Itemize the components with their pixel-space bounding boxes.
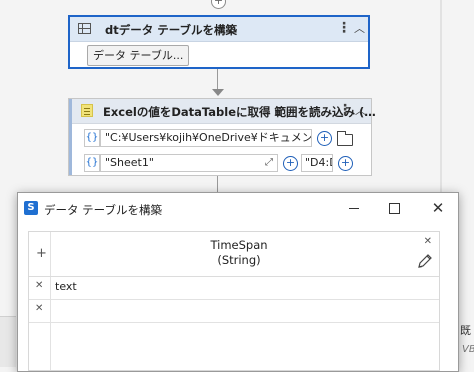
expression-icon[interactable]: {} <box>84 154 100 172</box>
more-options-icon[interactable]: ⋮ <box>338 102 352 118</box>
connector-line <box>217 176 218 192</box>
workflow-canvas: + dtデータ テーブルを構築 ⋮ ︿ データ テーブル... Excelの値を… <box>0 0 474 372</box>
app-icon: S <box>24 201 38 215</box>
activity-title: Excelの値をDataTableに取得 範囲を読み込み (… <box>103 105 376 119</box>
add-column-icon[interactable]: + <box>36 246 47 261</box>
activity-header: Excelの値をDataTableに取得 範囲を読み込み (… ⋮ ︿ <box>72 99 376 124</box>
more-options-icon[interactable]: ⋮ <box>337 20 351 36</box>
maximize-button[interactable] <box>384 199 404 217</box>
background-panel-fragment <box>0 316 16 367</box>
expression-icon[interactable]: {} <box>84 129 100 147</box>
add-variable-icon[interactable]: + <box>338 156 353 171</box>
close-button[interactable]: ✕ <box>428 199 448 217</box>
dialog-title: データ テーブルを構築 <box>44 203 162 217</box>
build-data-table-activity[interactable]: dtデータ テーブルを構築 ⋮ ︿ データ テーブル... <box>68 15 370 69</box>
grid-header: + TimeSpan (String) ✕ <box>29 232 439 277</box>
data-table-button[interactable]: データ テーブル... <box>87 45 190 66</box>
table-row[interactable]: ✕ text <box>29 276 439 300</box>
table-icon <box>78 23 91 34</box>
add-variable-icon[interactable]: + <box>283 156 298 171</box>
cell-value[interactable]: text <box>55 280 77 293</box>
sheet-name-value: "Sheet1" <box>105 156 154 169</box>
remove-column-icon[interactable]: ✕ <box>424 236 432 247</box>
range-field[interactable]: "D4:D <box>301 154 333 172</box>
column-header[interactable]: TimeSpan (String) <box>189 238 289 268</box>
workbook-path-field[interactable]: "C:¥Users¥kojih¥OneDrive¥ドキュメント¥I <box>100 129 312 147</box>
add-variable-icon[interactable]: + <box>317 131 332 146</box>
excel-icon <box>81 104 93 117</box>
folder-icon[interactable] <box>337 131 353 146</box>
activity-header: dtデータ テーブルを構築 ⋮ ︿ <box>70 17 368 42</box>
maximize-icon <box>389 203 400 214</box>
edit-column-icon[interactable] <box>416 252 434 270</box>
collapse-icon[interactable]: ︿ <box>355 102 366 118</box>
panel-divider <box>440 0 442 200</box>
column-name: TimeSpan <box>210 238 268 252</box>
range-value: "D4:D <box>305 156 332 169</box>
sheet-name-field[interactable]: "Sheet1" ⤢ <box>100 154 278 172</box>
add-activity-icon[interactable]: + <box>211 0 226 9</box>
remove-row-icon[interactable]: ✕ <box>35 280 43 291</box>
expand-icon[interactable]: ⤢ <box>265 155 273 171</box>
background-text-fragment: VB <box>462 344 474 355</box>
minimize-icon <box>349 208 359 209</box>
collapse-icon[interactable]: ︿ <box>354 20 365 36</box>
table-row[interactable]: ✕ <box>29 299 439 323</box>
remove-row-icon[interactable]: ✕ <box>35 303 43 314</box>
read-range-activity[interactable]: Excelの値をDataTableに取得 範囲を読み込み (… ⋮ ︿ {} "… <box>68 98 376 176</box>
dialog-titlebar: S データ テーブルを構築 ✕ <box>18 193 458 224</box>
minimize-button[interactable] <box>344 199 364 217</box>
column-type: (String) <box>217 253 261 267</box>
data-table-grid: + TimeSpan (String) ✕ ✕ text ✕ <box>28 231 440 371</box>
build-data-table-dialog: S データ テーブルを構築 ✕ + TimeSpan (String) ✕ ✕ … <box>17 192 459 372</box>
background-text-fragment: 既 <box>460 324 471 337</box>
workbook-path-value: "C:¥Users¥kojih¥OneDrive¥ドキュメント¥I <box>105 131 312 144</box>
connector-line <box>217 69 218 90</box>
activity-title: dtデータ テーブルを構築 <box>105 23 238 37</box>
connector-arrow <box>212 89 224 96</box>
